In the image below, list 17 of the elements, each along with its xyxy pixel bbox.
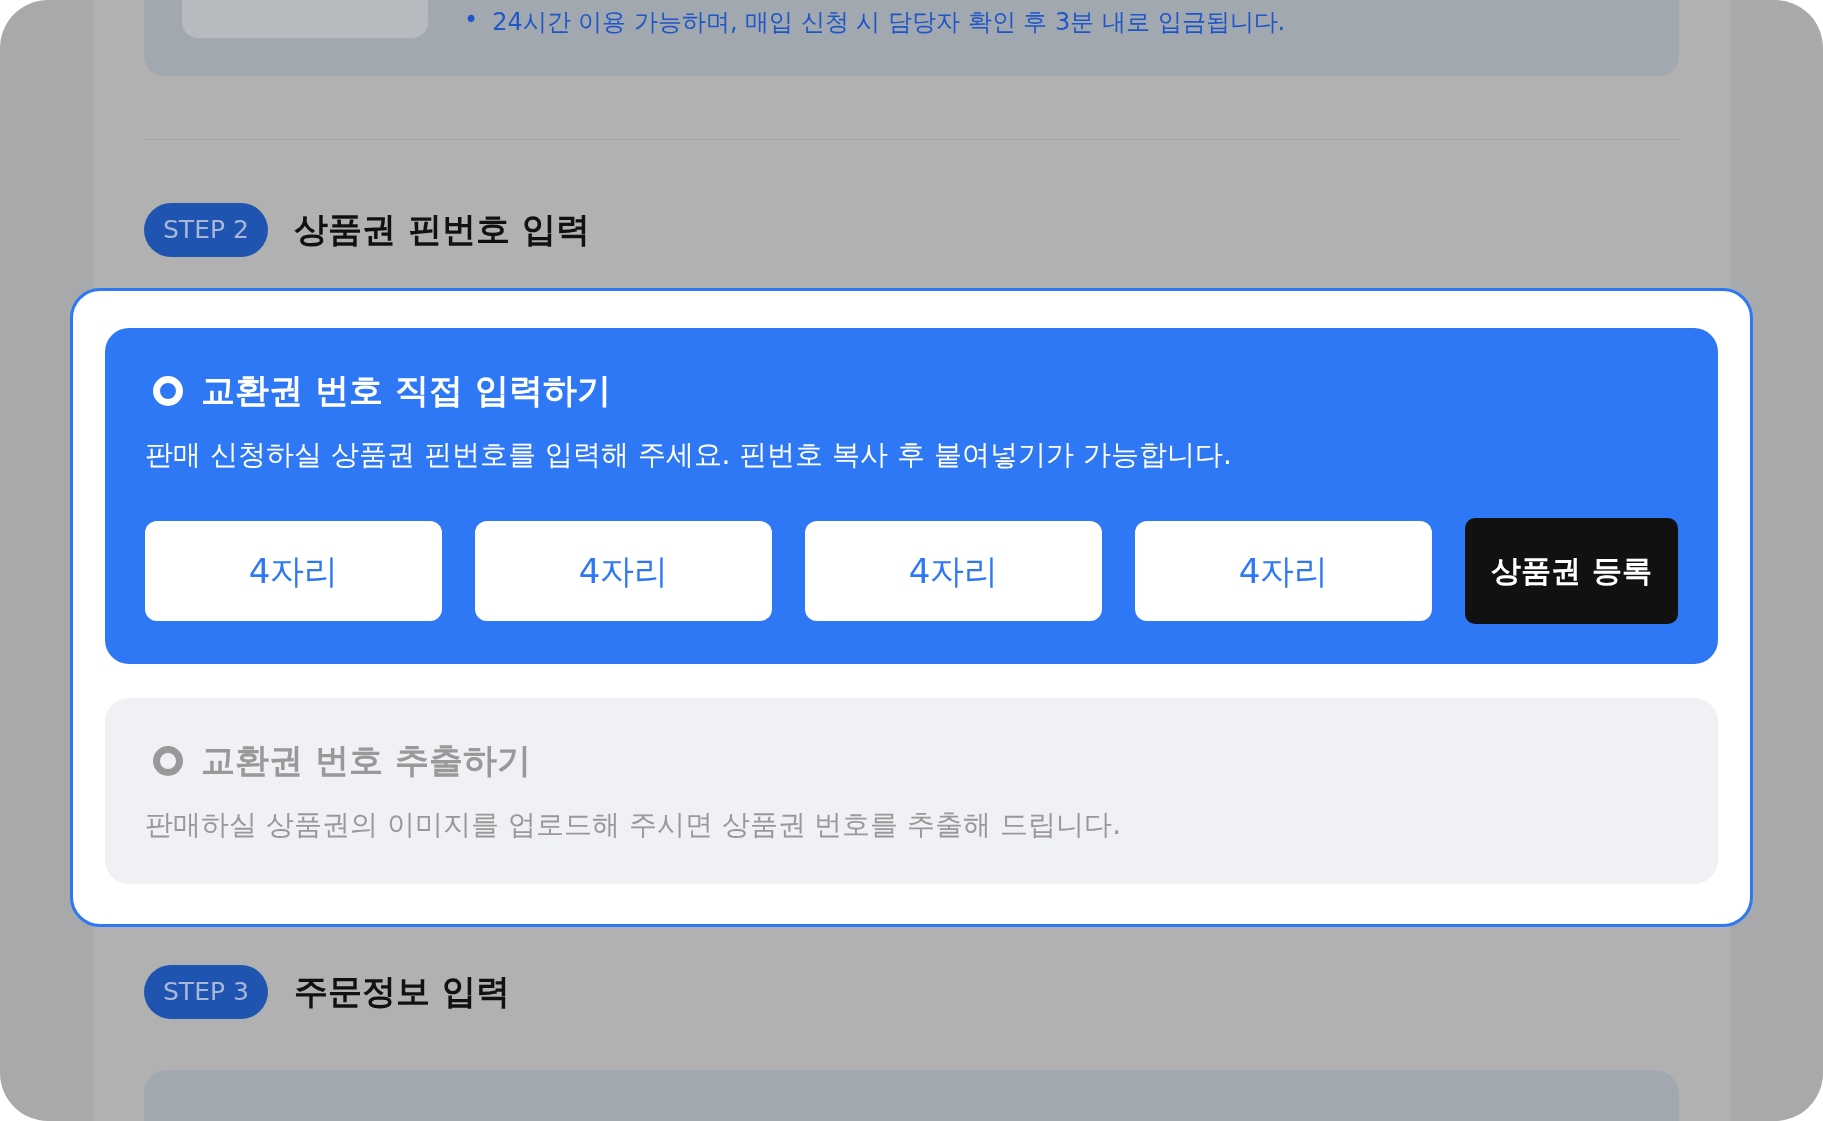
pin-input-field[interactable]: 4자리 (145, 521, 442, 621)
option-title: 교환권 번호 직접 입력하기 (201, 369, 611, 412)
notice-text: 24시간 이용 가능하며, 매입 신청 시 담당자 확인 후 3분 내로 입금됩니다. (492, 7, 1286, 38)
bullet: • (464, 6, 479, 34)
step-badge: STEP 2 (144, 203, 268, 257)
pin-input-field[interactable]: 4자리 (805, 521, 1102, 621)
pin-input-field[interactable]: 4자리 (475, 521, 772, 621)
step-badge: STEP 3 (144, 965, 268, 1019)
radio-button[interactable] (153, 746, 183, 776)
step-title: 상품권 핀번호 입력 (293, 208, 590, 251)
option-panel[interactable]: 교환권 번호 직접 입력하기 판매 신청하실 상품권 핀번호를 입력해 주세요. 핀번호 복사 후 붙여넣기가 가능합니다. 4자리 4자리 4자리 4자리 상품권 등록 (105, 328, 1718, 664)
pin-input-field[interactable]: 4자리 (1135, 521, 1432, 621)
option-title: 교환권 번호 추출하기 (201, 739, 531, 782)
register-button[interactable]: 상품권 등록 (1465, 518, 1678, 624)
step-title: 주문정보 입력 (293, 970, 510, 1013)
option-description: 판매하실 상품권의 이미지를 업로드해 주시면 상품권 번호를 추출해 드립니다. (145, 807, 1123, 843)
option-description: 판매 신청하실 상품권 핀번호를 입력해 주세요. 핀번호 복사 후 붙여넣기가 가능합니다. (145, 437, 1233, 473)
